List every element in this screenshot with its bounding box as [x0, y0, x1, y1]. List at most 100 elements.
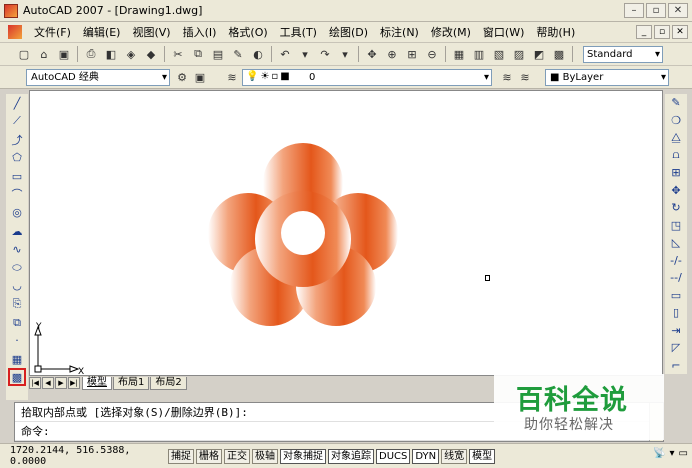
snap-toggle[interactable]: 捕捉: [168, 448, 194, 464]
properties-icon[interactable]: ▦: [451, 46, 467, 62]
tab-prev-button[interactable]: ◀: [42, 377, 54, 389]
undo-icon[interactable]: ↶: [277, 46, 293, 62]
chamfer-icon[interactable]: ◸: [667, 339, 685, 357]
spline-icon[interactable]: ∿: [8, 240, 26, 258]
paste-icon[interactable]: ▤: [210, 46, 226, 62]
gradient-icon[interactable]: ▩: [8, 368, 26, 387]
copy-icon[interactable]: ⧉: [190, 46, 206, 62]
publish-icon[interactable]: ◈: [123, 46, 139, 62]
scale-icon[interactable]: ◳: [667, 217, 685, 235]
sheet-set-icon[interactable]: ▨: [511, 46, 527, 62]
workspace-settings-icon[interactable]: ⚙: [174, 69, 190, 85]
menu-format[interactable]: 格式(O): [222, 24, 273, 40]
ellipse-arc-icon[interactable]: ◡: [8, 277, 26, 295]
redo-icon[interactable]: ↷: [317, 46, 333, 62]
mirror-icon[interactable]: ⧋: [667, 129, 685, 147]
erase-icon[interactable]: ✎: [667, 94, 685, 112]
tab-model[interactable]: 模型: [82, 376, 112, 390]
layer-color-icon[interactable]: ■: [280, 71, 289, 82]
open-file-icon[interactable]: ⌂: [36, 46, 52, 62]
make-block-icon[interactable]: ⧉: [8, 314, 26, 332]
print-preview-icon[interactable]: ◧: [103, 46, 119, 62]
menu-window[interactable]: 窗口(W): [477, 24, 530, 40]
ellipse-icon[interactable]: ⬭: [8, 259, 26, 277]
polyline-icon[interactable]: ⤴: [8, 131, 26, 149]
status-menu-icon[interactable]: ▾: [670, 448, 675, 459]
point-icon[interactable]: ·: [8, 332, 26, 350]
rotate-icon[interactable]: ↻: [667, 199, 685, 217]
join-icon[interactable]: ⇥: [667, 322, 685, 340]
offset-icon[interactable]: ⩍: [667, 147, 685, 165]
doc-minimize-button[interactable]: _: [636, 25, 652, 39]
layer-previous-icon[interactable]: ≋: [517, 69, 533, 85]
menu-modify[interactable]: 修改(M): [425, 24, 477, 40]
otrack-toggle[interactable]: 对象追踪: [328, 448, 374, 464]
circle-icon[interactable]: ◎: [8, 204, 26, 222]
break-at-point-icon[interactable]: ▭: [667, 287, 685, 305]
calculator-icon[interactable]: ▩: [551, 46, 567, 62]
minimize-button[interactable]: –: [624, 3, 644, 18]
menu-help[interactable]: 帮助(H): [530, 24, 581, 40]
text-style-select[interactable]: Standard: [583, 46, 663, 63]
flower-shape[interactable]: [208, 143, 398, 326]
layer-lock-icon[interactable]: ▫: [271, 71, 278, 82]
stretch-icon[interactable]: ◺: [667, 234, 685, 252]
menu-insert[interactable]: 插入(I): [177, 24, 223, 40]
insert-block-icon[interactable]: ⎘: [8, 295, 26, 313]
ducs-toggle[interactable]: DUCS: [376, 448, 411, 464]
save-icon[interactable]: ▣: [56, 46, 72, 62]
match-properties-icon[interactable]: ✎: [230, 46, 246, 62]
close-button[interactable]: ✕: [668, 3, 688, 18]
workspace-save-icon[interactable]: ▣: [192, 69, 208, 85]
layer-manager-icon[interactable]: ≋: [224, 69, 240, 85]
dyn-toggle[interactable]: DYN: [412, 448, 440, 464]
hatch-icon[interactable]: ▦: [8, 350, 26, 368]
ortho-toggle[interactable]: 正交: [224, 448, 250, 464]
tab-last-button[interactable]: ▶|: [68, 377, 80, 389]
polar-toggle[interactable]: 极轴: [252, 448, 278, 464]
arc-icon[interactable]: ⌒: [8, 185, 26, 203]
trim-icon[interactable]: -/-: [667, 252, 685, 270]
workspace-select[interactable]: AutoCAD 经典 ▾: [26, 69, 170, 86]
zoom-previous-icon[interactable]: ⊖: [424, 46, 440, 62]
model-toggle[interactable]: 模型: [469, 448, 496, 464]
break-icon[interactable]: ▯: [667, 304, 685, 322]
copy-object-icon[interactable]: ❍: [667, 112, 685, 130]
cut-icon[interactable]: ✂: [170, 46, 186, 62]
zoom-window-icon[interactable]: ⊞: [404, 46, 420, 62]
drawing-canvas[interactable]: Y X: [29, 90, 663, 376]
move-icon[interactable]: ✥: [667, 182, 685, 200]
communication-center-icon[interactable]: 📡: [653, 448, 665, 459]
rectangle-icon[interactable]: ▭: [8, 167, 26, 185]
undo-dropdown-icon[interactable]: ▾: [297, 46, 313, 62]
zoom-realtime-icon[interactable]: ⊕: [384, 46, 400, 62]
markup-icon[interactable]: ◩: [531, 46, 547, 62]
polygon-icon[interactable]: ⬠: [8, 149, 26, 167]
3d-dwf-icon[interactable]: ◆: [143, 46, 159, 62]
make-current-layer-icon[interactable]: ≋: [499, 69, 515, 85]
tab-first-button[interactable]: |◀: [29, 377, 41, 389]
tool-palettes-icon[interactable]: ▧: [491, 46, 507, 62]
design-center-icon[interactable]: ▥: [471, 46, 487, 62]
doc-close-button[interactable]: ✕: [672, 25, 688, 39]
menu-tools[interactable]: 工具(T): [274, 24, 323, 40]
new-file-icon[interactable]: ▢: [16, 46, 32, 62]
menu-draw[interactable]: 绘图(D): [323, 24, 374, 40]
print-icon[interactable]: ⎙: [83, 46, 99, 62]
line-icon[interactable]: ╱: [8, 94, 26, 112]
menu-file[interactable]: 文件(F): [28, 24, 77, 40]
color-select[interactable]: ■ ByLayer ▾: [545, 69, 669, 86]
layer-freeze-icon[interactable]: ☀: [260, 71, 269, 82]
tab-layout2[interactable]: 布局2: [150, 376, 187, 390]
revision-cloud-icon[interactable]: ☁: [8, 222, 26, 240]
doc-restore-button[interactable]: ▫: [654, 25, 670, 39]
block-editor-icon[interactable]: ◐: [250, 46, 266, 62]
tab-layout1[interactable]: 布局1: [113, 376, 150, 390]
array-icon[interactable]: ⊞: [667, 164, 685, 182]
menu-edit[interactable]: 编辑(E): [77, 24, 127, 40]
lineweight-toggle[interactable]: 线宽: [441, 448, 468, 464]
layer-on-icon[interactable]: 💡: [246, 71, 258, 82]
osnap-toggle[interactable]: 对象捕捉: [280, 448, 326, 464]
clean-screen-icon[interactable]: ▭: [679, 448, 688, 459]
pan-icon[interactable]: ✥: [364, 46, 380, 62]
